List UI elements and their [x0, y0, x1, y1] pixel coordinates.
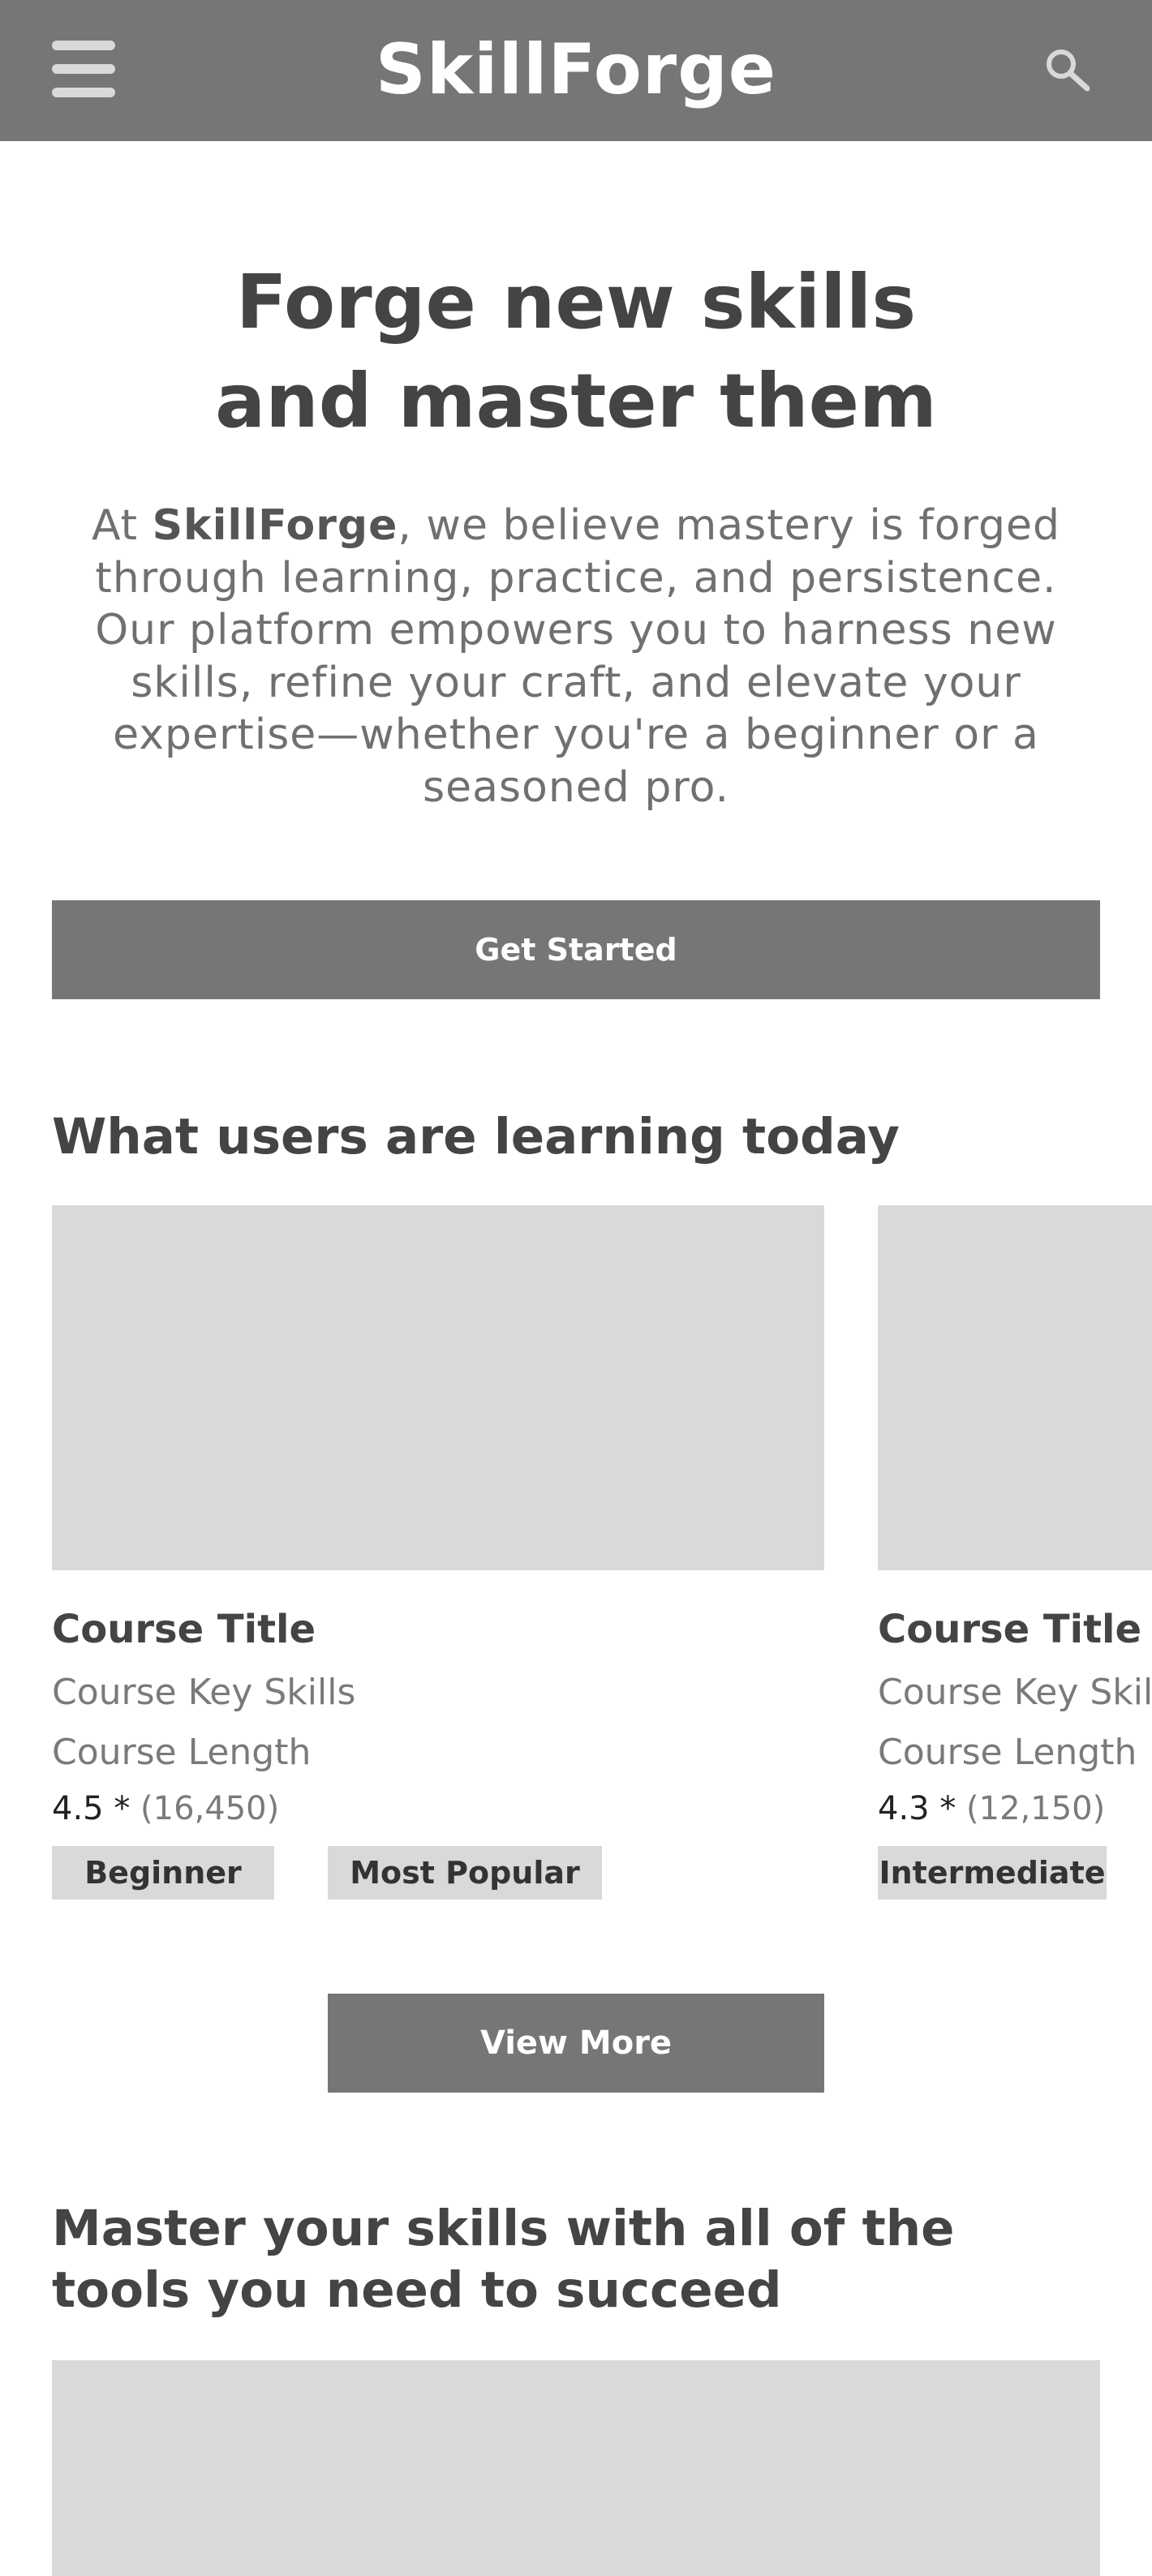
rating-value: 4.3 * — [878, 1790, 956, 1827]
brand-logo[interactable]: SkillForge — [0, 23, 1152, 117]
get-started-button[interactable]: Get Started — [52, 900, 1100, 999]
course-key-skills: Course Key Skills — [878, 1672, 1152, 1713]
course-card[interactable]: Course Title Course Key Skills Course Le… — [878, 1205, 1152, 1911]
hero-title-line-1: Forge new skills — [235, 259, 917, 346]
tools-image-placeholder — [52, 2360, 1100, 2576]
course-key-skills: Course Key Skills — [52, 1672, 356, 1713]
hero-title-line-2: and master them — [215, 358, 937, 444]
course-title[interactable]: Course Title — [52, 1603, 316, 1656]
hero-description-intro: At — [92, 501, 153, 550]
course-popular-tag: Most Popular — [328, 1846, 602, 1900]
course-length: Course Length — [878, 1732, 1137, 1773]
learning-section-heading: What users are learning today — [52, 1108, 900, 1166]
course-thumbnail[interactable] — [52, 1205, 824, 1570]
top-navigation-bar: SkillForge — [0, 0, 1152, 141]
hero-title: Forge new skills and master them — [0, 253, 1152, 451]
course-level-tag: Intermediate — [878, 1846, 1107, 1900]
hero-description-brand: SkillForge — [152, 501, 398, 550]
course-rating: 4.3 * (12,150) — [878, 1784, 1105, 1833]
rating-count: (12,150) — [966, 1790, 1106, 1827]
course-title[interactable]: Course Title — [878, 1603, 1141, 1656]
course-length: Course Length — [52, 1732, 312, 1773]
course-thumbnail[interactable] — [878, 1205, 1152, 1570]
view-more-button[interactable]: View More — [328, 1994, 824, 2093]
hero-description: At SkillForge, we believe mastery is for… — [65, 500, 1087, 814]
course-level-tag: Beginner — [52, 1846, 274, 1900]
rating-value: 4.5 * — [52, 1790, 131, 1827]
course-rating: 4.5 * (16,450) — [52, 1784, 279, 1833]
search-icon[interactable] — [1043, 47, 1092, 92]
tools-section-heading: Master your skills with all of the tools… — [52, 2200, 955, 2319]
rating-count: (16,450) — [140, 1790, 280, 1827]
